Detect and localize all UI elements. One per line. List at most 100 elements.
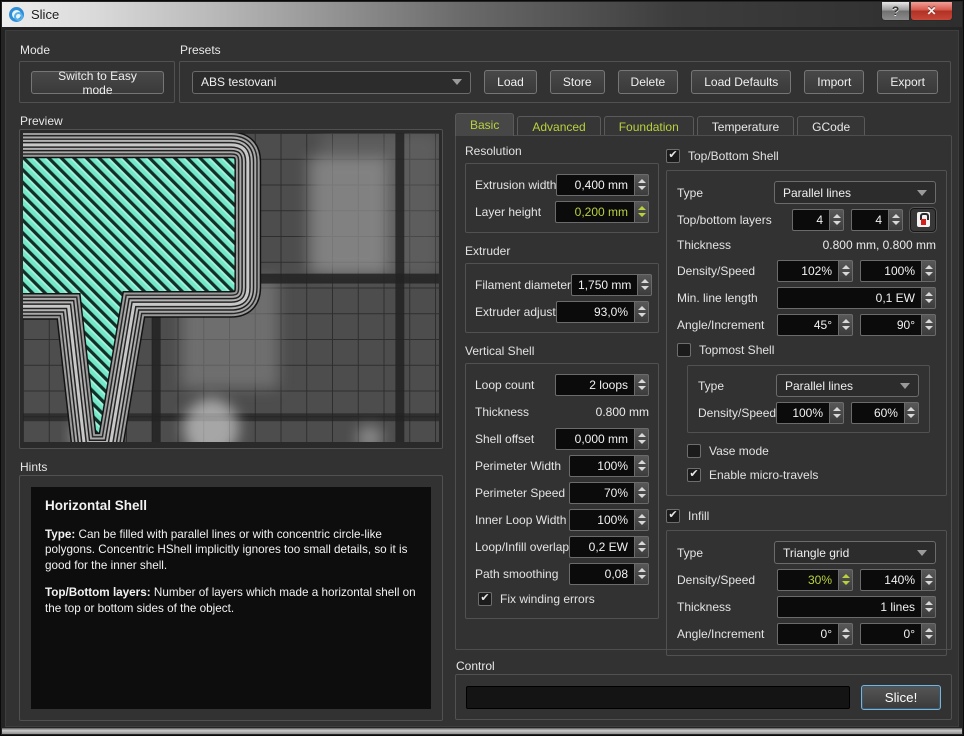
export-button[interactable]: Export (877, 70, 938, 94)
title-bar[interactable]: Slice ? ✕ (2, 2, 962, 27)
spinner-up-icon[interactable] (842, 574, 850, 578)
tab-basic[interactable]: Basic (455, 113, 514, 136)
tbs-layers-top-field[interactable]: 4 (792, 209, 844, 231)
infill-thickness-spinner[interactable] (922, 596, 936, 618)
spinner-up-icon[interactable] (638, 306, 646, 310)
spinner-down-icon[interactable] (925, 608, 933, 612)
spinner-up-icon[interactable] (842, 319, 850, 323)
close-button[interactable]: ✕ (910, 2, 953, 21)
infill-angle-spinner[interactable] (839, 623, 853, 645)
spinner-down-icon[interactable] (907, 414, 915, 418)
preview-3d-viewport[interactable] (23, 133, 439, 442)
spinner-up-icon[interactable] (638, 541, 646, 545)
infill-type-select[interactable]: Triangle grid (774, 541, 936, 564)
spinner-up-icon[interactable] (925, 319, 933, 323)
infill-density-spinner[interactable] (839, 569, 853, 591)
spinner-up-icon[interactable] (638, 487, 646, 491)
topmost-shell-checkbox[interactable]: Topmost Shell (677, 338, 936, 362)
topmost-type-select[interactable]: Parallel lines (776, 374, 919, 397)
infill-angle-field[interactable]: 0° (777, 623, 853, 645)
tbs-layers-bottom-field[interactable]: 4 (851, 209, 903, 231)
delete-button[interactable]: Delete (618, 70, 679, 94)
spinner-up-icon[interactable] (925, 265, 933, 269)
spinner-up-icon[interactable] (842, 628, 850, 632)
store-button[interactable]: Store (550, 70, 605, 94)
spinner-up-icon[interactable] (907, 407, 915, 411)
path-smoothing-spinner[interactable] (635, 563, 649, 585)
spinner-up-icon[interactable] (638, 206, 646, 210)
topmost-speed-spinner[interactable] (905, 402, 919, 424)
spinner-down-icon[interactable] (925, 299, 933, 303)
spinner-down-icon[interactable] (925, 635, 933, 639)
infill-checkbox[interactable]: ✔ Infill (666, 504, 947, 528)
spinner-down-icon[interactable] (892, 221, 900, 225)
spinner-up-icon[interactable] (833, 214, 841, 218)
tbs-increment-field[interactable]: 90° (860, 314, 936, 336)
spinner-down-icon[interactable] (638, 494, 646, 498)
spinner-up-icon[interactable] (638, 179, 646, 183)
infill-increment-spinner[interactable] (922, 623, 936, 645)
spinner-up-icon[interactable] (638, 514, 646, 518)
layer-height-spinner[interactable] (635, 201, 649, 223)
spinner-down-icon[interactable] (925, 326, 933, 330)
tbs-density-spinner[interactable] (839, 260, 853, 282)
loop-count-spinner[interactable] (635, 374, 649, 396)
spinner-down-icon[interactable] (638, 521, 646, 525)
tbs-min-line-length-spinner[interactable] (922, 287, 936, 309)
spinner-down-icon[interactable] (638, 440, 646, 444)
filament-diameter-spinner[interactable] (638, 274, 652, 296)
spinner-up-icon[interactable] (638, 568, 646, 572)
slice-button[interactable]: Slice! (861, 685, 941, 710)
spinner-down-icon[interactable] (842, 581, 850, 585)
spinner-down-icon[interactable] (638, 313, 646, 317)
tbs-density-field[interactable]: 102% (777, 260, 853, 282)
spinner-down-icon[interactable] (833, 414, 841, 418)
path-smoothing-field[interactable]: 0,08 (569, 563, 649, 585)
spinner-down-icon[interactable] (925, 581, 933, 585)
extrusion-width-spinner[interactable] (635, 174, 649, 196)
spinner-down-icon[interactable] (842, 326, 850, 330)
infill-increment-field[interactable]: 0° (860, 623, 936, 645)
tab-temperature[interactable]: Temperature (697, 116, 794, 136)
tbs-layers-top-spinner[interactable] (830, 209, 844, 231)
spinner-down-icon[interactable] (925, 272, 933, 276)
spinner-down-icon[interactable] (638, 213, 646, 217)
tbs-min-line-length-field[interactable]: 0,1 EW (777, 287, 936, 309)
spinner-down-icon[interactable] (638, 386, 646, 390)
infill-thickness-field[interactable]: 1 lines (777, 596, 936, 618)
tbs-type-select[interactable]: Parallel lines (774, 181, 936, 204)
shell-offset-field[interactable]: 0,000 mm (555, 428, 649, 450)
spinner-up-icon[interactable] (892, 214, 900, 218)
topmost-speed-field[interactable]: 60% (851, 402, 919, 424)
infill-density-field[interactable]: 30% (777, 569, 853, 591)
filament-diameter-field[interactable]: 1,750 mm (571, 274, 652, 296)
enable-micro-travels-checkbox[interactable]: ✔ Enable micro-travels (687, 463, 936, 487)
spinner-down-icon[interactable] (833, 221, 841, 225)
infill-speed-spinner[interactable] (922, 569, 936, 591)
switch-easy-mode-button[interactable]: Switch to Easy mode (31, 71, 164, 94)
spinner-up-icon[interactable] (641, 279, 649, 283)
shell-offset-spinner[interactable] (635, 428, 649, 450)
spinner-up-icon[interactable] (925, 628, 933, 632)
load-defaults-button[interactable]: Load Defaults (691, 70, 791, 94)
loop-infill-overlap-field[interactable]: 0,2 EW (569, 536, 649, 558)
spinner-up-icon[interactable] (925, 292, 933, 296)
topmost-density-field[interactable]: 100% (776, 402, 844, 424)
spinner-down-icon[interactable] (638, 575, 646, 579)
help-button[interactable]: ? (881, 2, 910, 21)
spinner-up-icon[interactable] (638, 433, 646, 437)
perimeter-width-field[interactable]: 100% (569, 455, 649, 477)
tbs-angle-field[interactable]: 45° (777, 314, 853, 336)
extruder-adjust-field[interactable]: 93,0% (556, 301, 649, 323)
spinner-down-icon[interactable] (638, 186, 646, 190)
perimeter-speed-spinner[interactable] (635, 482, 649, 504)
spinner-up-icon[interactable] (833, 407, 841, 411)
spinner-up-icon[interactable] (925, 574, 933, 578)
extruder-adjust-spinner[interactable] (635, 301, 649, 323)
spinner-down-icon[interactable] (842, 635, 850, 639)
spinner-down-icon[interactable] (641, 286, 649, 290)
spinner-down-icon[interactable] (842, 272, 850, 276)
loop-infill-overlap-spinner[interactable] (635, 536, 649, 558)
top-bottom-shell-checkbox[interactable]: ✔ Top/Bottom Shell (666, 144, 947, 168)
vase-mode-checkbox[interactable]: Vase mode (687, 439, 936, 463)
